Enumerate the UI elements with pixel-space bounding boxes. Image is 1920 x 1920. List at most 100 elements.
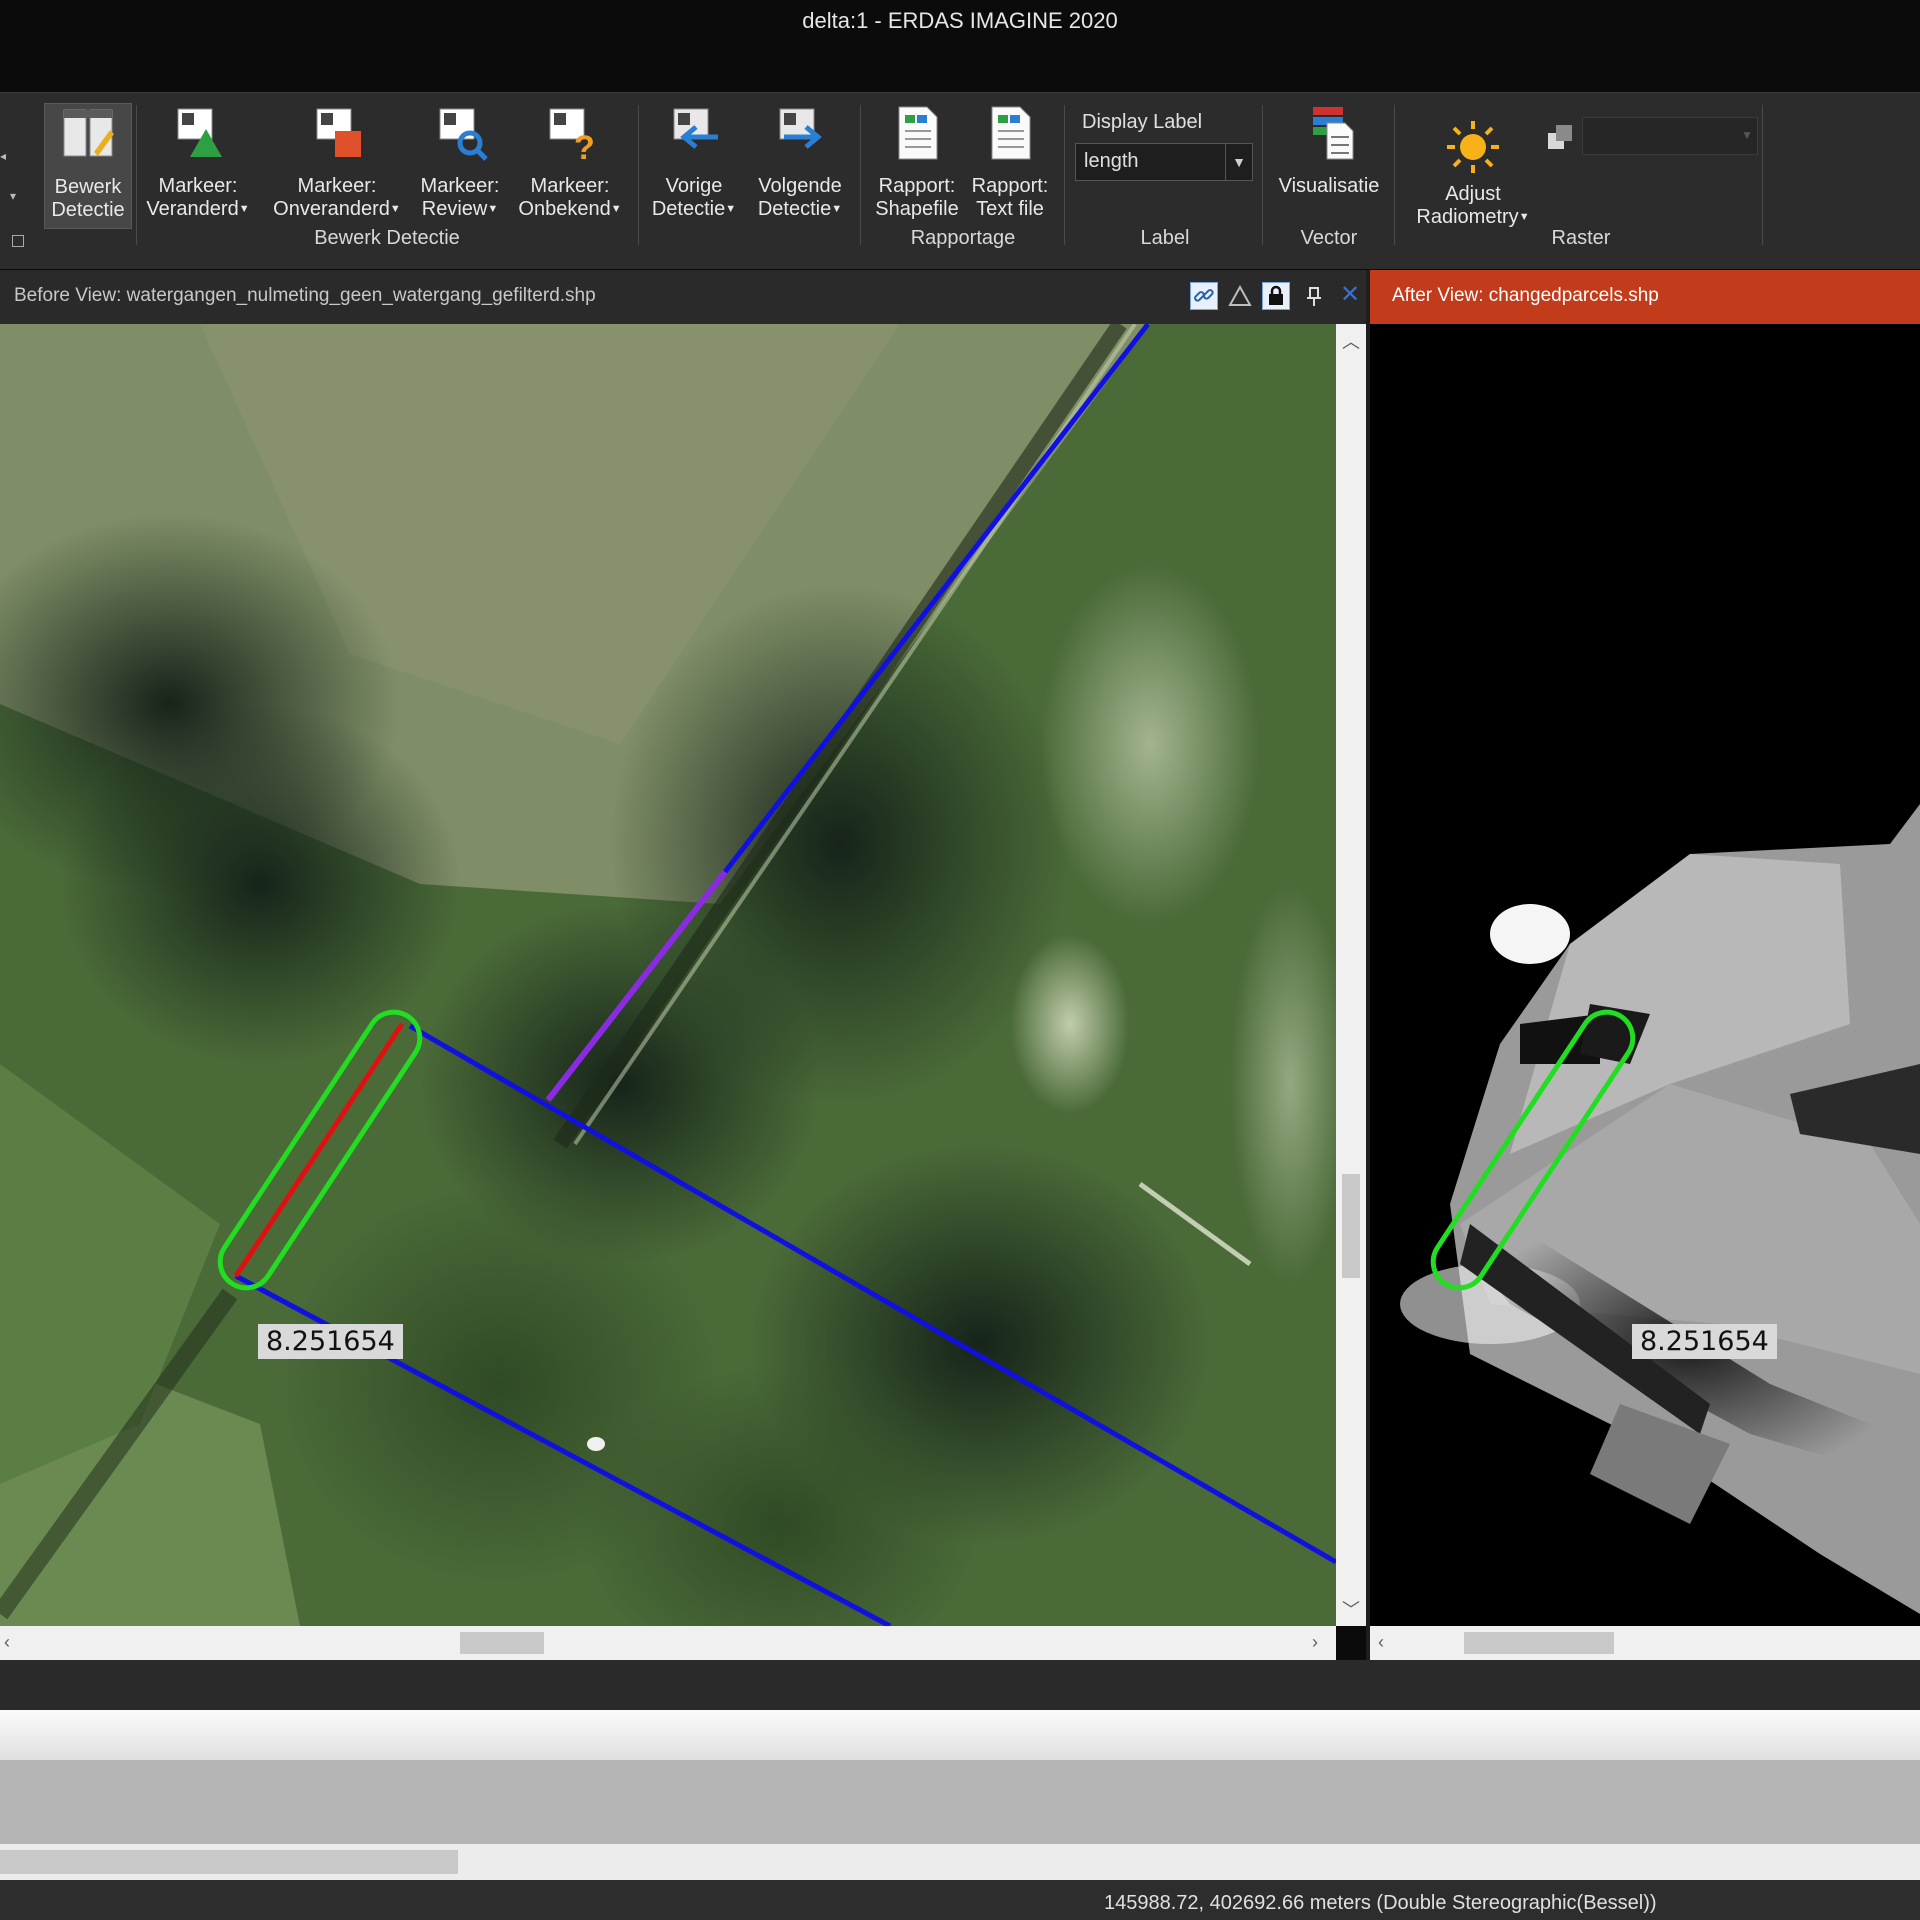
previous-detection-label-2: Detectie	[651, 198, 726, 220]
svg-text:?: ?	[574, 129, 595, 163]
before-view-title: Before View: watergangen_nulmeting_geen_…	[14, 285, 596, 306]
report-shapefile-label-2: Shapefile	[875, 198, 959, 220]
scroll-up-icon[interactable]: ︿	[1336, 328, 1366, 354]
after-view-header: After View: changedparcels.shp	[1370, 270, 1920, 324]
report-textfile-label-2: Text file	[976, 198, 1044, 220]
mark-unknown-button[interactable]: ? Markeer: Onbekend▼	[510, 103, 630, 221]
ribbon-separator	[1394, 105, 1395, 245]
after-view-canvas[interactable]: 8.251654	[1370, 324, 1920, 1626]
mark-unknown-label-2: Onbekend	[518, 198, 611, 220]
link-icon[interactable]	[1190, 282, 1218, 310]
report-shapefile-icon	[898, 106, 938, 160]
display-label-caption: Display Label	[1082, 111, 1203, 133]
mark-review-label-1: Markeer:	[420, 175, 500, 197]
scroll-left-icon[interactable]: ‹	[1378, 1632, 1384, 1653]
adjust-radiometry-label-1: Adjust	[1445, 183, 1501, 205]
pin-icon[interactable]	[1300, 282, 1328, 310]
before-view-vscrollbar[interactable]: ︿ ﹀	[1336, 324, 1366, 1626]
bottom-panel-header	[0, 1710, 1920, 1760]
title-bar: delta:1 - ERDAS IMAGINE 2020	[0, 0, 1920, 92]
ribbon-separator	[136, 105, 137, 245]
close-icon[interactable]: ✕	[1336, 282, 1364, 310]
mark-unchanged-label-2: Onveranderd	[273, 198, 390, 220]
scroll-thumb[interactable]	[1342, 1174, 1360, 1278]
ribbon-separator	[1064, 105, 1065, 245]
scroll-thumb[interactable]	[0, 1850, 458, 1874]
previous-detection-button[interactable]: Vorige Detectie▼	[644, 103, 744, 221]
ribbon-separator	[1762, 105, 1763, 245]
aerial-image	[0, 324, 1336, 1626]
scroll-right-icon[interactable]: ›	[1312, 1632, 1318, 1653]
scroll-down-icon[interactable]: ﹀	[1336, 1596, 1366, 1622]
bottom-hscrollbar[interactable]	[0, 1844, 1920, 1880]
visualisation-label: Visualisatie	[1278, 175, 1380, 197]
next-detection-icon	[779, 108, 822, 149]
edit-detection-label-1: Bewerk	[54, 176, 122, 198]
group-label-bewerk-detectie: Bewerk Detectie	[314, 227, 460, 249]
ribbon-overflow-icon[interactable]: ◂	[0, 149, 6, 163]
chevron-down-icon: ▼	[1741, 128, 1753, 142]
mark-unchanged-label-1: Markeer:	[297, 175, 377, 197]
report-textfile-icon	[991, 106, 1031, 160]
ribbon-dropdown-icon[interactable]: ▾	[10, 189, 16, 203]
mark-unchanged-button[interactable]: Markeer: Onveranderd▼	[266, 103, 408, 221]
lock-icon[interactable]	[1262, 282, 1290, 310]
contrast-icon[interactable]	[1548, 125, 1572, 149]
adjust-radiometry-label-2: Radiometry	[1416, 206, 1519, 228]
triangle-icon[interactable]	[1226, 282, 1254, 310]
edit-detection-button[interactable]: Bewerk Detectie	[44, 103, 132, 229]
scroll-thumb[interactable]	[460, 1632, 544, 1654]
chevron-down-icon: ▼	[831, 203, 843, 216]
chevron-down-icon: ▼	[238, 203, 250, 216]
group-label-rapportage: Rapportage	[910, 227, 1016, 249]
status-coordinates: 145988.72, 402692.66 meters (Double Ster…	[1104, 1892, 1657, 1914]
after-view-hscrollbar[interactable]: ‹	[1370, 1626, 1920, 1660]
group-label-label: Label	[1140, 227, 1190, 249]
measure-label: 8.251654	[1632, 1324, 1777, 1359]
chevron-down-icon[interactable]: ▼	[1225, 144, 1252, 180]
chevron-down-icon: ▼	[389, 203, 401, 216]
next-detection-button[interactable]: Volgende Detectie▼	[750, 103, 850, 221]
raster-combo[interactable]: ▼	[1582, 117, 1758, 155]
mark-unchanged-icon	[316, 108, 361, 157]
previous-detection-label-1: Vorige	[665, 175, 723, 197]
scroll-left-icon[interactable]: ‹	[4, 1632, 10, 1653]
chevron-down-icon: ▼	[610, 203, 622, 216]
mark-changed-label-1: Markeer:	[158, 175, 238, 197]
edit-detection-label-2: Detectie	[51, 199, 125, 221]
sun-icon	[1447, 121, 1499, 173]
report-shapefile-button[interactable]: Rapport: Shapefile	[868, 103, 966, 221]
adjust-radiometry-button[interactable]: Adjust Radiometry▼	[1402, 117, 1544, 229]
display-label-select[interactable]: length ▼	[1075, 143, 1253, 181]
edit-detection-icon	[63, 109, 114, 157]
status-bar: 145988.72, 402692.66 meters (Double Ster…	[0, 1880, 1920, 1920]
mark-unknown-icon: ?	[549, 108, 595, 163]
raster-image	[1370, 324, 1920, 1626]
before-view-canvas[interactable]: 8.251654	[0, 324, 1336, 1626]
scroll-thumb[interactable]	[1464, 1632, 1614, 1654]
previous-detection-icon	[673, 108, 718, 149]
group-label-vector: Vector	[1300, 227, 1358, 249]
mark-unknown-label-1: Markeer:	[530, 175, 610, 197]
display-label-value: length	[1084, 150, 1139, 172]
ribbon-separator	[638, 105, 639, 245]
before-view-hscrollbar[interactable]: ‹ ›	[0, 1626, 1336, 1660]
ribbon: ◂ ▾ Bewerk Detectie Markeer: Veranderd▼ …	[0, 92, 1920, 269]
mark-changed-label-2: Veranderd	[146, 198, 239, 220]
mark-review-icon	[439, 108, 488, 161]
mark-changed-icon	[177, 108, 222, 157]
chevron-down-icon: ▼	[1518, 211, 1530, 224]
ribbon-separator	[1262, 105, 1263, 245]
chevron-down-icon: ▼	[487, 203, 499, 216]
measure-label: 8.251654	[258, 1324, 403, 1359]
report-textfile-button[interactable]: Rapport: Text file	[964, 103, 1056, 221]
window-title: delta:1 - ERDAS IMAGINE 2020	[802, 8, 1118, 33]
after-view-title: After View: changedparcels.shp	[1392, 285, 1659, 306]
visualisation-icon	[1313, 107, 1354, 160]
before-view-header: Before View: watergangen_nulmeting_geen_…	[0, 270, 1368, 324]
visualisation-button[interactable]: Visualisatie	[1270, 103, 1388, 198]
next-detection-label-2: Detectie	[757, 198, 832, 220]
dialog-launcher-icon[interactable]	[12, 235, 24, 247]
mark-review-button[interactable]: Markeer: Review▼	[414, 103, 506, 221]
mark-changed-button[interactable]: Markeer: Veranderd▼	[142, 103, 254, 221]
